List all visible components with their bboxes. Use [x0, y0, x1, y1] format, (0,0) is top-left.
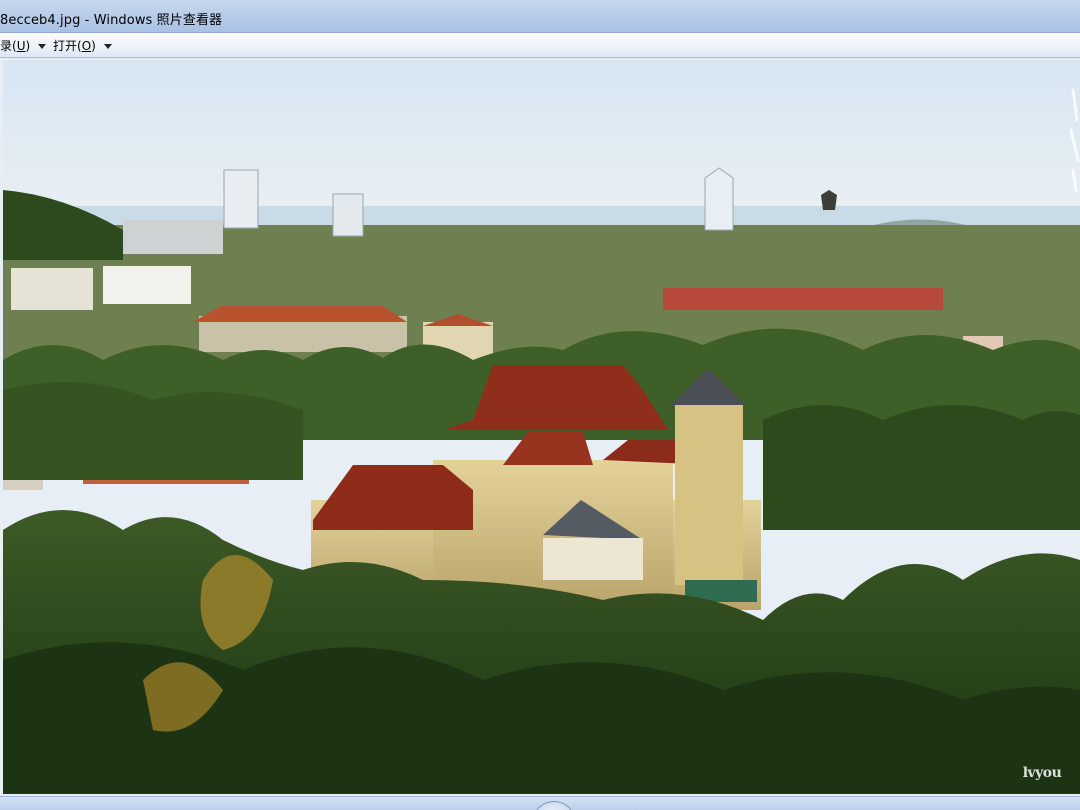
building [103, 266, 191, 304]
tower [332, 193, 364, 237]
control-bar [0, 796, 1080, 810]
menu-burn[interactable]: 录(U) [0, 37, 47, 54]
menu-open-label: 打开(O) [53, 39, 96, 53]
sky [3, 60, 1080, 220]
castle-wall [543, 538, 643, 580]
image-viewport[interactable]: lvyou [0, 58, 1080, 796]
building [123, 220, 223, 254]
window-titlebar: 8ecceb4.jpg - Windows 照片查看器 [0, 0, 1080, 33]
slideshow-play-icon[interactable] [532, 801, 576, 810]
menu-bar: 录(U) 打开(O) [0, 33, 1080, 58]
castle-roof [313, 465, 473, 530]
roof [193, 306, 407, 322]
building [11, 268, 93, 310]
watermark-logo: lvyou [1022, 765, 1062, 781]
chevron-down-icon [103, 43, 112, 49]
tower [223, 169, 259, 229]
building [663, 288, 943, 310]
tree-canopy [763, 405, 1080, 530]
menu-open[interactable]: 打开(O) [53, 37, 112, 54]
window-title: 8ecceb4.jpg - Windows 照片查看器 [0, 13, 223, 28]
displayed-photo[interactable] [3, 60, 1080, 794]
castle-wall [675, 405, 743, 585]
menu-burn-label: 录(U) [0, 39, 31, 53]
chevron-down-icon [38, 43, 47, 49]
tower [704, 167, 734, 231]
